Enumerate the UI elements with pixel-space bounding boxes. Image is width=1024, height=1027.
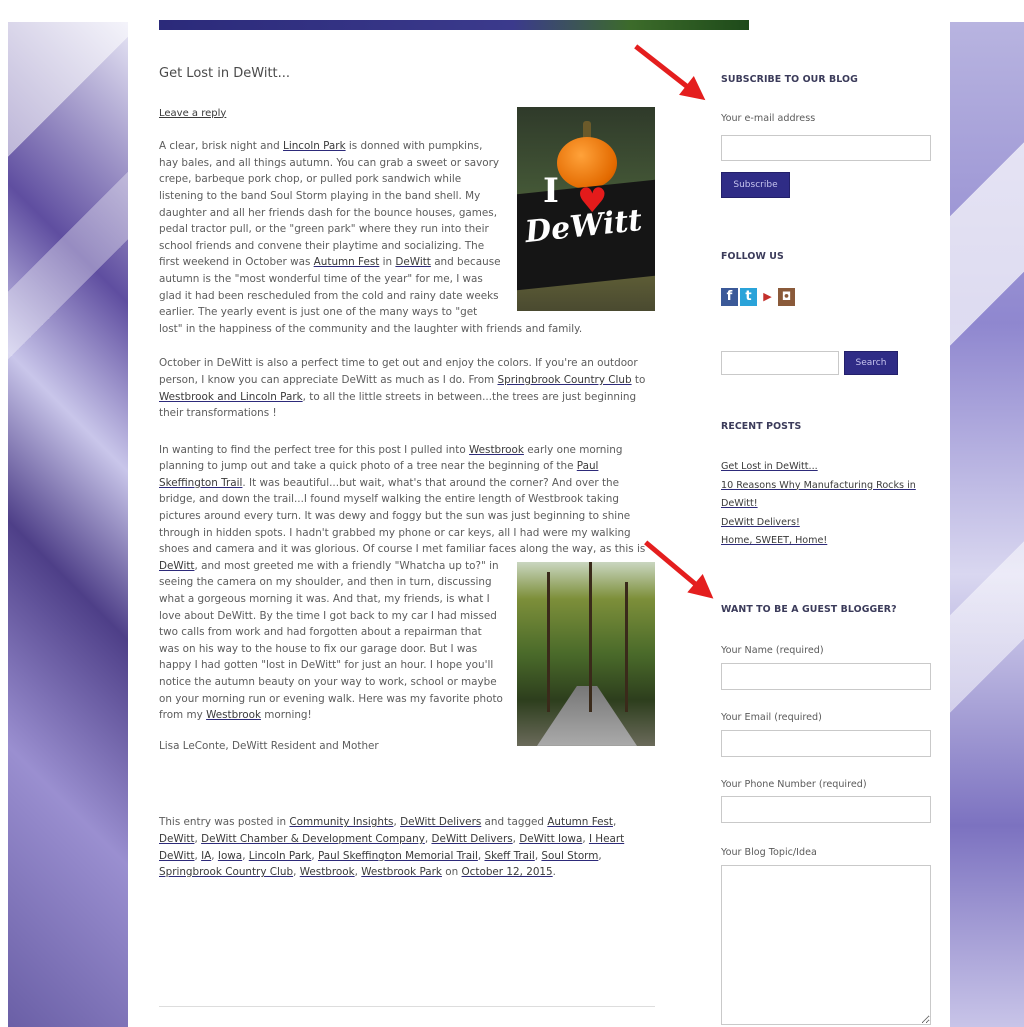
paragraph-3: In wanting to find the perfect tree for … bbox=[159, 442, 655, 746]
page-container: Get Lost in DeWitt... Leave a reply I ♥ … bbox=[128, 0, 950, 1027]
name-label: Your Name (required) bbox=[721, 645, 824, 656]
tag-link[interactable]: IA bbox=[201, 850, 211, 862]
post-content: Get Lost in DeWitt... Leave a reply I ♥ … bbox=[159, 66, 655, 894]
phone-label: Your Phone Number (required) bbox=[721, 779, 867, 790]
email-input[interactable] bbox=[721, 730, 931, 757]
topic-label: Your Blog Topic/Idea bbox=[721, 847, 817, 858]
shirt-text-dewitt: DeWitt bbox=[523, 202, 644, 250]
subscribe-title: SUBSCRIBE TO OUR BLOG bbox=[721, 74, 858, 85]
tag-link[interactable]: DeWitt Chamber & Development Company bbox=[201, 833, 425, 845]
category-link[interactable]: DeWitt Delivers bbox=[400, 816, 481, 828]
subscribe-button[interactable]: Subscribe bbox=[721, 172, 790, 198]
tag-link[interactable]: Soul Storm bbox=[541, 850, 598, 862]
text: morning! bbox=[260, 709, 312, 722]
tag-link[interactable]: Springbrook Country Club bbox=[159, 866, 293, 878]
tag-link[interactable]: DeWitt bbox=[159, 833, 194, 845]
tree-trunk bbox=[547, 571, 550, 712]
shirt-text-i: I bbox=[543, 170, 559, 211]
leave-reply-link[interactable]: Leave a reply bbox=[159, 106, 226, 123]
tag-link[interactable]: Autumn Fest bbox=[547, 816, 613, 828]
meta-text: on bbox=[441, 866, 462, 879]
post-date-link[interactable]: October 12, 2015 bbox=[462, 866, 553, 878]
youtube-icon[interactable]: ▶ bbox=[759, 288, 776, 306]
tag-link[interactable]: Lincoln Park bbox=[249, 850, 312, 862]
post-title: Get Lost in DeWitt... bbox=[159, 66, 291, 81]
facebook-icon[interactable]: f bbox=[721, 288, 738, 306]
lincoln-park-link[interactable]: Lincoln Park bbox=[283, 140, 346, 152]
topic-textarea[interactable] bbox=[721, 865, 931, 1025]
meta-text: . bbox=[552, 866, 556, 879]
westbrook-link-2[interactable]: Westbrook bbox=[206, 709, 261, 721]
twitter-icon[interactable]: t bbox=[740, 288, 757, 306]
meta-text: and tagged bbox=[481, 816, 548, 829]
search-input[interactable] bbox=[721, 351, 839, 375]
background-right-pattern bbox=[950, 22, 1024, 1027]
text: to bbox=[631, 373, 646, 386]
tree-trunk bbox=[625, 581, 628, 712]
divider bbox=[159, 1006, 655, 1007]
springbrook-link[interactable]: Springbrook Country Club bbox=[498, 374, 632, 386]
westbrook-trail-photo[interactable] bbox=[517, 561, 655, 746]
text: A clear, brisk night and bbox=[159, 140, 284, 153]
background-left-pattern bbox=[8, 22, 128, 1027]
westbrook-lincoln-link[interactable]: Westbrook and Lincoln Park bbox=[159, 391, 303, 403]
social-icons: f t ▶ ◘ bbox=[721, 288, 795, 306]
recent-posts-title: RECENT POSTS bbox=[721, 421, 802, 432]
name-input[interactable] bbox=[721, 663, 931, 690]
westbrook-link[interactable]: Westbrook bbox=[469, 444, 524, 456]
tag-link[interactable]: Iowa bbox=[218, 850, 242, 862]
entry-meta: This entry was posted in Community Insig… bbox=[159, 816, 625, 879]
subscribe-email-input[interactable] bbox=[721, 135, 931, 161]
search-button[interactable]: Search bbox=[844, 351, 898, 375]
tag-link[interactable]: DeWitt Iowa bbox=[519, 833, 582, 845]
dewitt-link-2[interactable]: DeWitt bbox=[159, 560, 194, 572]
pumpkin-dewitt-photo[interactable]: I ♥ DeWitt bbox=[517, 106, 655, 311]
tag-link[interactable]: DeWitt Delivers bbox=[431, 833, 512, 845]
tag-link[interactable]: Westbrook Park bbox=[361, 866, 442, 878]
dewitt-link[interactable]: DeWitt bbox=[395, 256, 430, 268]
recent-post-link[interactable]: 10 Reasons Why Manufacturing Rocks in De… bbox=[721, 477, 926, 514]
recent-post-link[interactable]: Home, SWEET, Home! bbox=[721, 532, 926, 551]
autumn-fest-link[interactable]: Autumn Fest bbox=[314, 256, 380, 268]
tree-trunk bbox=[589, 561, 592, 712]
meta-text: This entry was posted in bbox=[159, 816, 290, 829]
email-label: Your e-mail address bbox=[721, 113, 816, 124]
text: In wanting to find the perfect tree for … bbox=[159, 443, 469, 456]
instagram-icon[interactable]: ◘ bbox=[778, 288, 795, 306]
phone-input[interactable] bbox=[721, 796, 931, 823]
tag-link[interactable]: Skeff Trail bbox=[484, 850, 534, 862]
tag-link[interactable]: Westbrook bbox=[300, 866, 355, 878]
category-link[interactable]: Community Insights bbox=[289, 816, 393, 828]
text: in bbox=[379, 256, 396, 269]
header-banner-image bbox=[159, 20, 749, 30]
guest-blogger-title: WANT TO BE A GUEST BLOGGER? bbox=[721, 604, 897, 615]
recent-posts-list: Get Lost in DeWitt... 10 Reasons Why Man… bbox=[721, 458, 926, 551]
trail-path bbox=[537, 685, 637, 746]
email-label-2: Your Email (required) bbox=[721, 712, 822, 723]
follow-title: FOLLOW US bbox=[721, 251, 784, 262]
text: is donned with pumpkins, hay bales, and … bbox=[159, 140, 500, 269]
tag-link[interactable]: Paul Skeffington Memorial Trail bbox=[318, 850, 478, 862]
text: , and most greeted me with a friendly "W… bbox=[159, 559, 503, 722]
paragraph-2: October in DeWitt is also a perfect time… bbox=[159, 355, 655, 421]
recent-post-link[interactable]: DeWitt Delivers! bbox=[721, 514, 926, 533]
recent-post-link[interactable]: Get Lost in DeWitt... bbox=[721, 458, 926, 477]
